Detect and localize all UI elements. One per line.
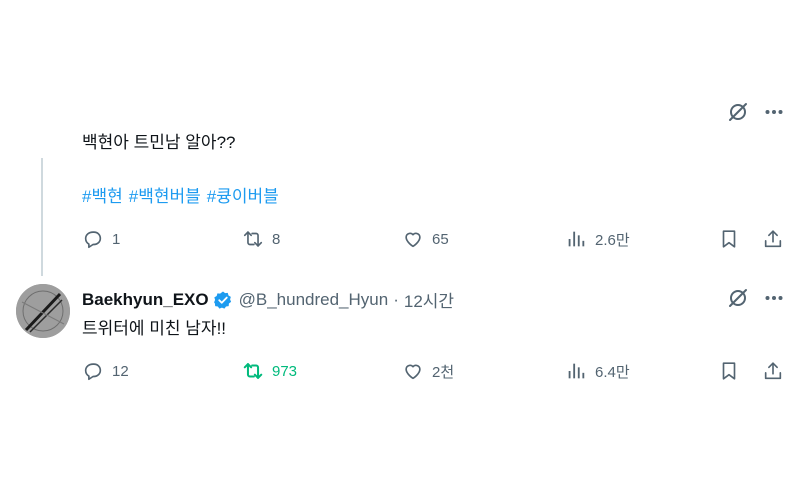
like-count: 2천 (432, 363, 455, 381)
display-name[interactable]: Baekhyun_EXO (82, 290, 209, 310)
tweet-top-actions (726, 100, 784, 124)
views-count: 2.6만 (595, 231, 630, 249)
tweet-text: 트위터에 미친 남자!! (82, 319, 227, 338)
tweet-action-bar: 1 8 65 2.6만 (82, 228, 784, 250)
reply-icon (84, 231, 102, 249)
retweet-count: 973 (272, 362, 298, 380)
reply-icon (84, 363, 102, 381)
views-button[interactable]: 6.4만 (565, 360, 715, 382)
like-button[interactable]: 2천 (402, 360, 565, 382)
like-count: 65 (432, 230, 449, 248)
tweet-secondary-actions (718, 360, 784, 382)
hashtag-link[interactable]: #백현버블 (129, 182, 201, 207)
header-separator: · (393, 289, 399, 309)
retweet-button[interactable]: 973 (242, 360, 402, 382)
user-handle[interactable]: @B_hundred_Hyun (239, 290, 389, 310)
avatar[interactable] (16, 284, 70, 338)
retweet-icon (243, 231, 263, 247)
hashtag-list: #백현 #백현버블 #큥이버블 (82, 182, 279, 207)
views-icon (568, 363, 585, 379)
bookmark-icon[interactable] (718, 360, 740, 382)
retweet-button[interactable]: 8 (242, 228, 402, 250)
more-icon[interactable] (764, 288, 784, 308)
more-icon[interactable] (764, 102, 784, 122)
tweet-action-bar: 12 973 2천 6.4만 (82, 360, 784, 382)
tweet-header: Baekhyun_EXO @B_hundred_Hyun · 12시간 (82, 287, 454, 312)
tweet-top-actions (726, 286, 784, 310)
views-count: 6.4만 (595, 363, 630, 381)
tweet-main[interactable]: Baekhyun_EXO @B_hundred_Hyun · 12시간 트위터에… (0, 282, 800, 402)
tweet-quoted[interactable]: 백현아 트민남 알아?? #백현 #백현버블 #큥이버블 1 8 65 2.6만 (0, 90, 800, 270)
retweet-icon (243, 363, 263, 379)
grok-icon[interactable] (726, 286, 750, 310)
like-icon (405, 232, 421, 248)
reply-count: 1 (112, 230, 121, 248)
views-button[interactable]: 2.6만 (565, 228, 715, 250)
hashtag-link[interactable]: #큥이버블 (207, 182, 279, 207)
reply-button[interactable]: 12 (82, 360, 242, 382)
verified-badge-icon (213, 290, 233, 310)
hashtag-link[interactable]: #백현 (82, 182, 123, 207)
like-icon (405, 364, 421, 380)
tweet-timestamp[interactable]: 12시간 (404, 287, 454, 312)
reply-count: 12 (112, 362, 129, 380)
views-icon (568, 231, 585, 247)
share-icon[interactable] (762, 360, 784, 382)
share-icon[interactable] (762, 228, 784, 250)
bookmark-icon[interactable] (718, 228, 740, 250)
tweet-secondary-actions (718, 228, 784, 250)
like-button[interactable]: 65 (402, 228, 565, 250)
tweet-text: 백현아 트민남 알아?? (82, 133, 236, 152)
retweet-count: 8 (272, 230, 281, 248)
grok-icon[interactable] (726, 100, 750, 124)
reply-button[interactable]: 1 (82, 228, 242, 250)
